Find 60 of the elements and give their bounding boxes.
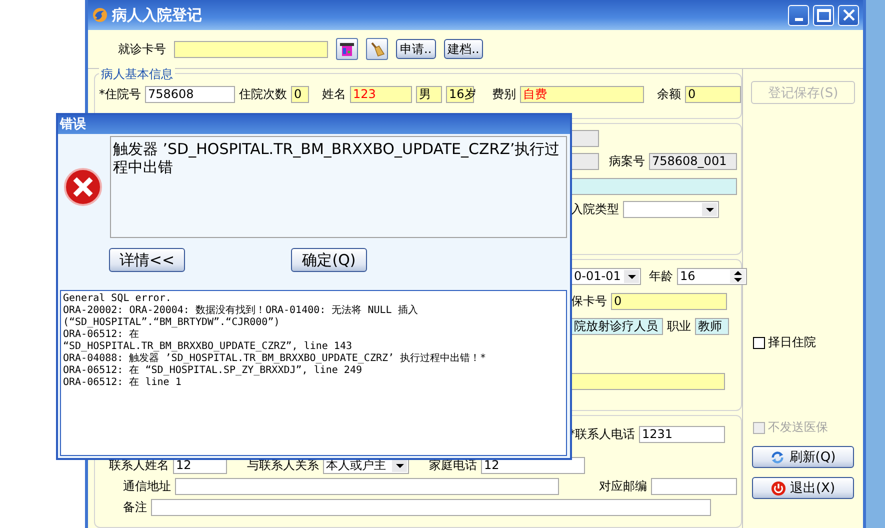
toolbar-button[interactable]: 申请.. (396, 39, 436, 59)
dialog-title: 错误 (58, 115, 570, 134)
up-down-arrows-icon (730, 270, 745, 283)
input-field[interactable]: 男 (416, 86, 442, 103)
input-field[interactable]: 0 (685, 86, 741, 103)
field-label: 对应邮编 (599, 478, 647, 495)
field-label: 就诊卡号 (118, 40, 166, 58)
input-field[interactable] (571, 178, 737, 195)
power-icon (770, 480, 786, 496)
refresh-icon (770, 450, 786, 464)
input-field[interactable]: 0 (611, 293, 727, 310)
input-field[interactable]: 16岁 (446, 86, 474, 103)
refresh-button[interactable]: 刷新(Q) (752, 446, 854, 468)
field-label: 保卡号 (571, 293, 607, 310)
exit-button[interactable]: 退出(X) (752, 477, 854, 499)
window-title: 病人入院登记 (112, 6, 202, 24)
input-field[interactable]: 院放射诊疗人员 (571, 318, 663, 335)
ok-button[interactable]: 确定(Q) (291, 248, 367, 272)
error-message: 触发器 ’SD_HOSPITAL.TR_BM_BRXXBO_UPDATE_CZRZ’执行过程中出错 (110, 136, 567, 238)
input-field[interactable]: 758608 (145, 86, 235, 103)
input-field[interactable] (151, 499, 711, 516)
group-title: 病人基本信息 (99, 66, 175, 83)
close-icon (842, 9, 854, 21)
error-icon (63, 167, 103, 207)
field-label: 入院类型 (571, 201, 619, 218)
input-field[interactable] (174, 40, 328, 58)
input-field[interactable]: 自费 (520, 86, 644, 103)
app-logo-icon (92, 7, 108, 23)
dropdown[interactable]: 0-01-01 (571, 268, 641, 285)
toolbar-button[interactable]: 建档.. (444, 39, 484, 59)
field-label: 职业 (667, 318, 691, 335)
input-field[interactable] (571, 153, 599, 170)
input-field[interactable]: 0 (291, 86, 309, 103)
field-label: 费别 (492, 86, 516, 103)
input-field[interactable] (651, 478, 737, 495)
input-field[interactable] (571, 130, 599, 147)
field-label: 住院次数 (239, 86, 287, 103)
input-field[interactable]: 教师 (695, 318, 729, 335)
input-field[interactable]: 123 (350, 86, 412, 103)
checkbox[interactable]: 择日住院 (753, 334, 853, 351)
field-label: 年龄 (649, 268, 673, 285)
field-label: 余额 (657, 86, 681, 103)
dropdown[interactable] (623, 201, 719, 218)
card-reader-button[interactable] (336, 38, 358, 60)
error-details-text: General SQL error. ORA-20002: ORA-20004: 数据没有找到！ORA-01400: 无法将 NULL 插入 (“SD_HOSPITAL”.“BM_BRTYDW”.“CJR000”) ORA-06512: 在 “SD_HOSPITAL.TR_BM_BRXXBO_UPDATE_CZRZ”, line 143 ORA-04088: 触发器 ’SD_HOSPITAL.TR_BM_BRXXBO_UPDATE_CZRZ’ 执行过程中出错！* ORA-06512: 在 “SD_HOSPITAL.SP_ZY_BRXXDJ”, line 249 ORA-06512: 在 line 1 (60, 290, 567, 456)
input-field[interactable]: 758608_001 (649, 153, 737, 170)
input-field[interactable] (175, 478, 559, 495)
field-label: *住院号 (99, 86, 141, 103)
details-button[interactable]: 详情<< (109, 248, 185, 272)
broom-button[interactable] (366, 38, 388, 60)
number-spinner[interactable]: 16 (677, 268, 747, 285)
field-label: 备注 (123, 499, 147, 516)
field-label: 姓名 (322, 86, 346, 103)
field-label: 通信地址 (123, 478, 171, 495)
input-field[interactable] (571, 373, 725, 390)
close-button[interactable] (838, 4, 859, 26)
maximize-button[interactable] (813, 4, 834, 26)
input-field[interactable]: 1231 (639, 426, 725, 443)
field-label: 病案号 (609, 153, 645, 170)
minimize-button[interactable] (788, 4, 809, 26)
